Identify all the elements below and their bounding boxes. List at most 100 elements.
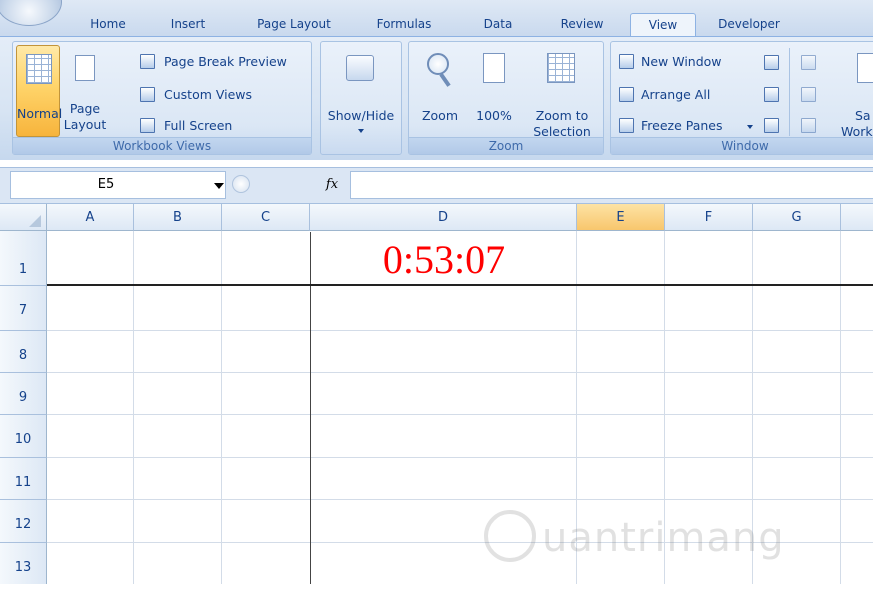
formula-bar: E5 fx (0, 167, 873, 204)
full-screen-label: Full Screen (164, 118, 233, 133)
save-workspace-icon (857, 53, 873, 83)
ribbon-tab-strip: Home Insert Page Layout Formulas Data Re… (0, 0, 873, 36)
column-header-d[interactable]: D (310, 204, 577, 231)
full-screen-icon (140, 118, 155, 133)
freeze-panes-button[interactable]: Freeze Panes (619, 116, 759, 136)
show-hide-icon (346, 55, 374, 81)
tab-review[interactable]: Review (549, 13, 615, 36)
watermark-text: uantrimang (542, 515, 785, 561)
hide-window-icon[interactable] (764, 87, 779, 102)
custom-views-label: Custom Views (164, 87, 253, 102)
name-box-value: E5 (97, 177, 115, 192)
cell-d1-timer[interactable]: 0:53:07 (311, 232, 577, 284)
select-all-triangle-icon (29, 215, 41, 227)
zoom-100-label: 100% (476, 108, 512, 123)
freeze-panes-icon (619, 118, 634, 133)
normal-view-icon (26, 54, 52, 84)
full-screen-button[interactable]: Full Screen (140, 116, 310, 136)
gridline-h (47, 372, 873, 373)
gridline-h (47, 457, 873, 458)
tab-developer[interactable]: Developer (700, 13, 798, 36)
arrange-all-label: Arrange All (641, 87, 711, 102)
save-workspace-label-1: Sa (855, 108, 871, 123)
group-label-window: Window (611, 137, 873, 154)
row-header-1[interactable]: 1 (0, 231, 47, 286)
group-zoom: Zoom 100% Zoom to Selection Zoom (408, 41, 604, 155)
zoom-to-selection-label-1: Zoom to (535, 108, 589, 123)
name-box-dropdown-icon[interactable] (214, 183, 224, 189)
group-workbook-views: Normal Page Layout Page Break Preview Cu… (12, 41, 312, 155)
column-header-b[interactable]: B (134, 204, 222, 231)
reset-window-position-icon[interactable] (801, 118, 816, 133)
custom-views-button[interactable]: Custom Views (140, 85, 310, 105)
page-layout-view-button[interactable]: Page Layout (62, 45, 108, 137)
formula-input[interactable] (350, 171, 873, 199)
new-window-icon (619, 54, 634, 69)
group-label-zoom: Zoom (409, 137, 603, 154)
gridline-h (47, 499, 873, 500)
row-header-7[interactable]: 7 (0, 286, 47, 331)
column-header-g[interactable]: G (753, 204, 841, 231)
freeze-pane-line (47, 284, 873, 286)
zoom-to-selection-button[interactable]: Zoom to Selection (523, 45, 601, 139)
new-window-label: New Window (641, 54, 722, 69)
office-button[interactable] (0, 0, 62, 26)
zoom-100-button[interactable]: 100% (471, 45, 517, 137)
tab-data[interactable]: Data (471, 13, 525, 36)
show-hide-dropdown-icon (358, 129, 364, 133)
gridline-h (47, 330, 873, 331)
page-break-preview-icon (140, 54, 155, 69)
expand-circle-icon (232, 175, 250, 193)
magnifier-icon (427, 53, 449, 75)
split-icon[interactable] (764, 55, 779, 70)
tab-view[interactable]: View (630, 13, 696, 36)
zoom-100-icon (483, 53, 505, 83)
arrange-all-button[interactable]: Arrange All (619, 85, 749, 105)
name-box[interactable]: E5 (10, 171, 226, 199)
watermark-logo-icon (484, 510, 536, 562)
view-side-by-side-icon[interactable] (801, 55, 816, 70)
normal-view-label: Normal (17, 106, 63, 121)
tab-home[interactable]: Home (80, 13, 136, 36)
show-hide-label: Show/Hide (327, 108, 395, 123)
row-header-11[interactable]: 11 (0, 458, 47, 500)
freeze-panes-label: Freeze Panes (641, 118, 723, 133)
page-break-preview-button[interactable]: Page Break Preview (140, 52, 310, 72)
tab-insert[interactable]: Insert (158, 13, 218, 36)
select-all-button[interactable] (0, 204, 47, 231)
page-layout-label-1: Page (69, 101, 101, 116)
arrange-all-icon (619, 87, 634, 102)
column-header-a[interactable]: A (47, 204, 134, 231)
row-header-9[interactable]: 9 (0, 373, 47, 415)
column-header-f[interactable]: F (665, 204, 753, 231)
column-header-e[interactable]: E (577, 204, 665, 231)
row-header-10[interactable]: 10 (0, 415, 47, 458)
row-header-13[interactable]: 13 (0, 543, 47, 584)
zoom-button[interactable]: Zoom (413, 45, 467, 137)
group-label-workbook-views: Workbook Views (13, 137, 311, 154)
row-header-12[interactable]: 12 (0, 500, 47, 543)
save-workspace-button[interactable]: Sa Work (833, 45, 873, 139)
row-header-8[interactable]: 8 (0, 331, 47, 373)
group-window: New Window Arrange All Freeze Panes Sa W… (610, 41, 873, 155)
page-break-preview-label: Page Break Preview (164, 54, 287, 69)
column-header-c[interactable]: C (222, 204, 310, 231)
zoom-to-selection-icon (547, 53, 575, 83)
new-window-button[interactable]: New Window (619, 52, 749, 72)
window-separator (789, 48, 790, 136)
watermark: uantrimang (484, 506, 814, 572)
show-hide-button[interactable]: Show/Hide (322, 45, 400, 137)
column-header-partial[interactable] (841, 204, 873, 231)
worksheet-grid[interactable]: A B C D E F G 1 7 8 9 10 11 12 13 0:53:0… (0, 204, 873, 584)
tab-page-layout[interactable]: Page Layout (244, 13, 344, 36)
tab-formulas[interactable]: Formulas (366, 13, 442, 36)
group-show-hide: Show/Hide (320, 41, 402, 155)
normal-view-button[interactable]: Normal (16, 45, 63, 137)
insert-function-button[interactable]: fx (318, 171, 346, 199)
custom-views-icon (140, 87, 155, 102)
gridline-h (47, 414, 873, 415)
ribbon: Normal Page Layout Page Break Preview Cu… (0, 36, 873, 160)
synchronous-scrolling-icon[interactable] (801, 87, 816, 102)
unhide-window-icon[interactable] (764, 118, 779, 133)
page-layout-icon (75, 55, 95, 81)
